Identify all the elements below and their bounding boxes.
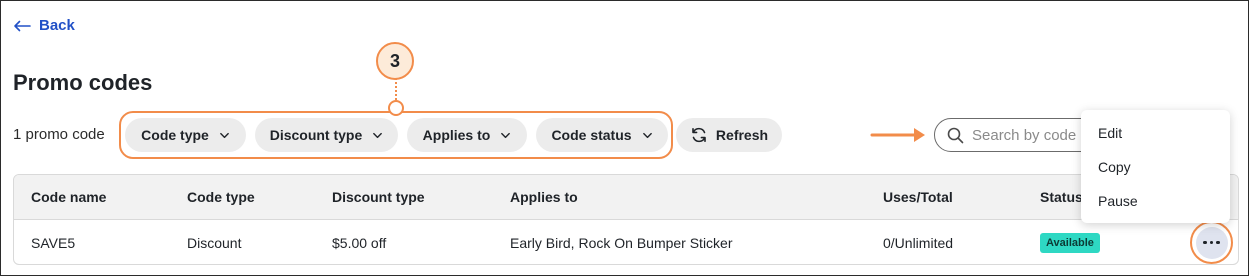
filter-label: Applies to xyxy=(422,127,491,143)
chevron-down-icon xyxy=(501,132,511,138)
cell-applies-to: Early Bird, Rock On Bumper Sticker xyxy=(510,235,733,251)
header-uses-total: Uses/Total xyxy=(883,189,953,205)
arrow-right-icon xyxy=(870,128,925,142)
cell-code-name[interactable]: SAVE5 xyxy=(31,235,75,251)
header-code-name: Code name xyxy=(31,189,107,205)
more-actions-highlight xyxy=(1190,221,1233,264)
back-label: Back xyxy=(39,17,75,34)
header-applies-to: Applies to xyxy=(510,189,578,205)
step-anchor-dot xyxy=(388,100,404,116)
header-discount-type: Discount type xyxy=(332,189,425,205)
refresh-button[interactable]: Refresh xyxy=(676,118,782,152)
header-status: Status xyxy=(1040,189,1083,205)
menu-item-edit[interactable]: Edit xyxy=(1081,116,1230,150)
filter-code-status[interactable]: Code status xyxy=(536,118,668,152)
chevron-down-icon xyxy=(642,132,652,138)
filter-applies-to[interactable]: Applies to xyxy=(407,118,527,152)
more-actions-button[interactable] xyxy=(1195,226,1228,259)
cell-discount-type: $5.00 off xyxy=(332,235,387,251)
menu-item-copy[interactable]: Copy xyxy=(1081,150,1230,184)
step-badge: 3 xyxy=(376,42,414,80)
more-horizontal-icon xyxy=(1209,240,1214,245)
refresh-icon xyxy=(692,127,706,143)
chevron-down-icon xyxy=(373,132,383,138)
search-icon xyxy=(947,127,964,143)
step-connector xyxy=(395,78,397,100)
status-badge: Available xyxy=(1040,233,1100,253)
filter-label: Code status xyxy=(551,127,632,143)
more-horizontal-icon xyxy=(1203,240,1207,245)
row-actions-menu: Edit Copy Pause xyxy=(1081,110,1230,223)
cell-uses-total: 0/Unlimited xyxy=(883,235,954,251)
filter-label: Discount type xyxy=(269,127,363,143)
cell-code-type: Discount xyxy=(187,235,242,251)
filter-label: Code type xyxy=(141,127,209,143)
page-title: Promo codes xyxy=(13,70,153,95)
arrow-left-icon xyxy=(14,20,31,31)
filter-discount-type[interactable]: Discount type xyxy=(255,118,398,152)
chevron-down-icon xyxy=(219,132,229,138)
filter-code-type[interactable]: Code type xyxy=(125,118,246,152)
menu-item-pause[interactable]: Pause xyxy=(1081,184,1230,218)
promo-codes-table: Code name Code type Discount type Applie… xyxy=(13,174,1239,265)
refresh-label: Refresh xyxy=(715,127,769,143)
promo-code-count: 1 promo code xyxy=(13,126,105,143)
header-code-type: Code type xyxy=(187,189,255,205)
back-link[interactable]: Back xyxy=(13,17,75,34)
more-horizontal-icon xyxy=(1216,240,1220,245)
